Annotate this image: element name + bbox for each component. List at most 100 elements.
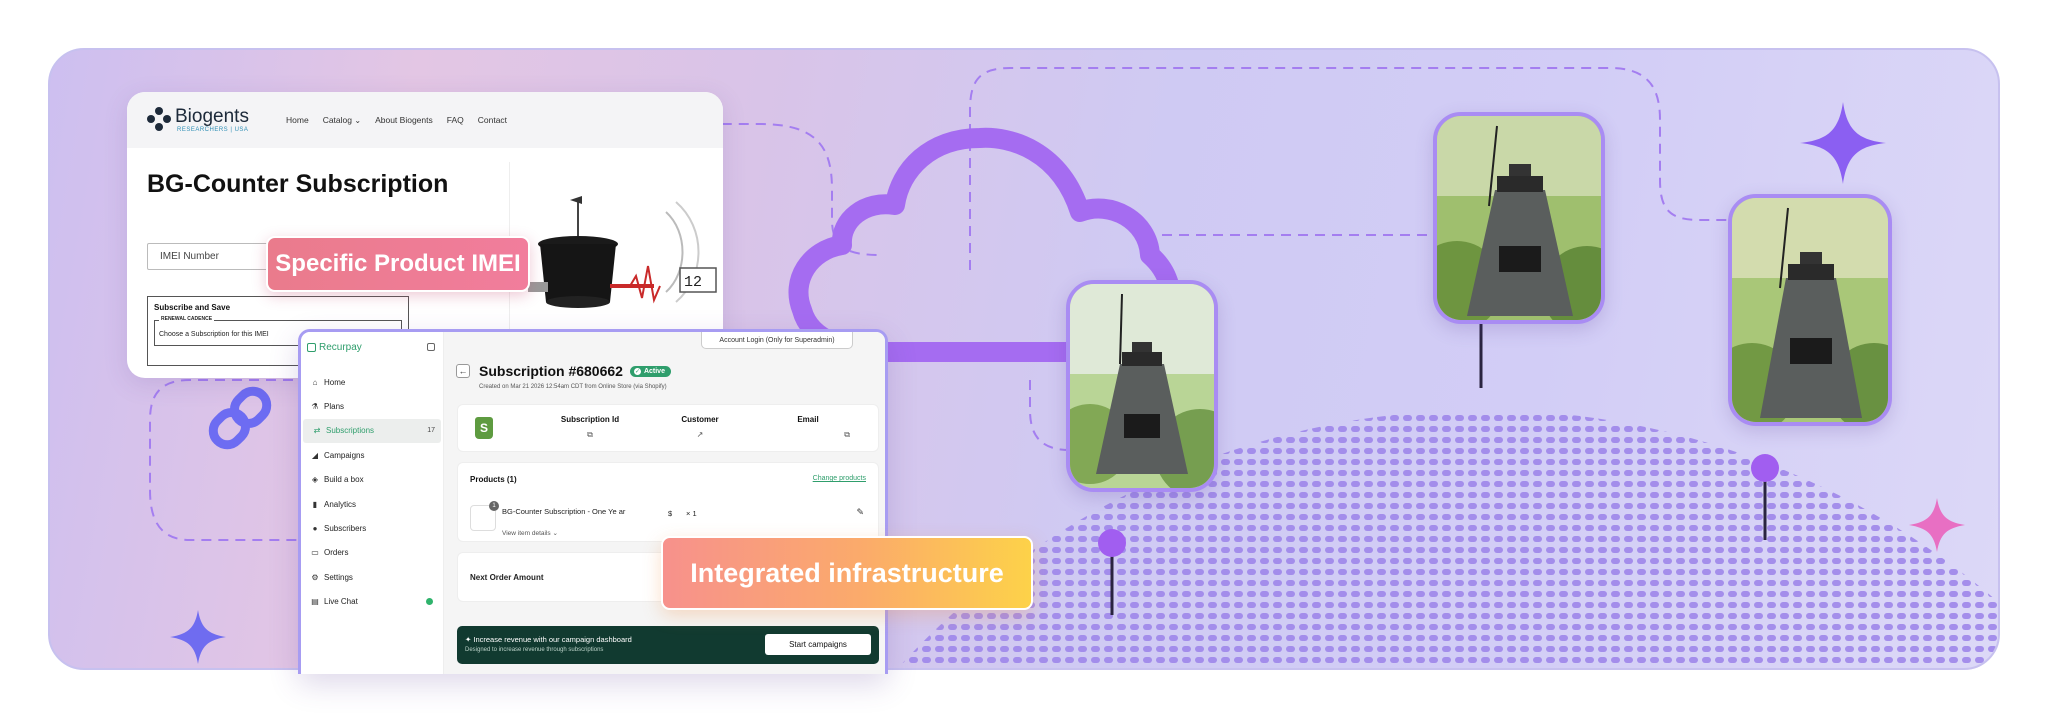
promo-title: ✦ Increase revenue with our campaign das… <box>465 635 632 644</box>
email-column: Email ⧉ <box>758 415 858 440</box>
next-order-label: Next Order Amount <box>470 573 544 582</box>
check-icon: ✓ <box>633 367 641 375</box>
status-label: Active <box>643 367 665 375</box>
plans-icon: ⚗ <box>311 402 319 412</box>
nav-catalog[interactable]: Catalog ⌄ <box>323 115 361 125</box>
sidebar-item-live-chat[interactable]: ▤ Live Chat <box>301 590 443 614</box>
subscription-id-column: Subscription Id ⧉ <box>540 415 640 440</box>
biogents-logo[interactable]: Biogents RESEARCHERS | USA <box>147 107 262 133</box>
website-menu: Home Catalog ⌄ About Biogents FAQ Contac… <box>286 115 507 125</box>
email-label: Email <box>797 415 819 424</box>
box-icon: ◈ <box>311 475 319 485</box>
product-name: BG-Counter Subscription - One Ye ar <box>502 507 626 516</box>
subscription-id-label: Subscription Id <box>560 415 620 424</box>
chevron-down-icon: ⌄ <box>552 530 558 537</box>
link-icon <box>208 386 272 450</box>
created-info: Created on Mar 21 2026 12:54am CDT from … <box>479 384 667 390</box>
recurpay-logo[interactable]: Recurpay <box>307 342 362 353</box>
sidebar-item-subscriptions[interactable]: ⇄ Subscriptions 17 <box>303 418 441 444</box>
sidebar-toggle-icon[interactable] <box>427 343 435 351</box>
website-navbar: Biogents RESEARCHERS | USA Home Catalog … <box>127 92 723 148</box>
campaign-promo-banner: ✦ Increase revenue with our campaign das… <box>457 626 879 664</box>
online-status-dot <box>426 598 433 606</box>
nav-contact[interactable]: Contact <box>478 115 507 125</box>
products-card: Products (1) Change products 1 BG-Counte… <box>457 462 879 542</box>
view-item-details-link[interactable]: View item details ⌄ <box>502 529 558 537</box>
sidebar-item-label: Campaigns <box>324 450 365 460</box>
home-icon: ⌂ <box>312 377 318 387</box>
sidebar-item-label: Live Chat <box>324 597 358 607</box>
analytics-icon: ▮ <box>312 499 318 509</box>
promo-subtitle: Designed to increase revenue through sub… <box>465 647 604 653</box>
sidebar: Recurpay ⌂ Home ⚗ Plans ⇄ Subscriptions 17 ◢ Cam… <box>301 332 444 674</box>
edit-pencil-icon[interactable]: ✎ <box>856 507 864 518</box>
subscription-info-card: S Subscription Id ⧉ Customer ↗ Email ⧉ <box>457 404 879 452</box>
status-badge: ✓ Active <box>629 365 671 377</box>
sparkle-icon <box>1800 102 1886 184</box>
logo-subtitle: RESEARCHERS | USA <box>177 127 249 133</box>
sidebar-item-label: Subscriptions <box>326 426 375 436</box>
sparkle-icon <box>170 610 226 664</box>
sidebar-item-label: Subscribers <box>324 524 367 534</box>
subscribers-icon: ● <box>312 524 318 534</box>
bg-counter-trap-image <box>1070 284 1214 488</box>
product-price: $ <box>668 509 673 518</box>
copy-icon[interactable]: ⧉ <box>758 430 858 440</box>
count-badge: 17 <box>427 427 435 435</box>
settings-icon: ⚙ <box>311 572 319 582</box>
brand-name: Recurpay <box>319 341 362 353</box>
customer-label: Customer <box>681 415 719 424</box>
quantity-badge: 1 <box>489 501 499 511</box>
device-photo <box>1728 194 1892 426</box>
sidebar-item-analytics[interactable]: ▮ Analytics <box>301 492 443 516</box>
page-title: BG-Counter Subscription <box>147 170 449 198</box>
customer-column: Customer ↗ <box>650 415 750 439</box>
subscriptions-icon: ⇄ <box>313 426 321 436</box>
campaigns-icon: ◢ <box>311 450 319 460</box>
bg-counter-trap-image <box>1437 116 1601 320</box>
device-photo <box>1066 280 1218 492</box>
back-arrow-icon[interactable]: ← <box>456 364 470 378</box>
change-products-link[interactable]: Change products <box>813 475 866 482</box>
external-link-icon[interactable]: ↗ <box>650 430 750 439</box>
subscription-title: Subscription #680662 <box>479 363 623 379</box>
chevron-down-icon: ⌄ <box>354 116 362 125</box>
sidebar-item-label: Analytics <box>324 499 357 509</box>
subscription-detail: Account Login (Only for Superadmin) ← Su… <box>444 332 885 674</box>
sidebar-item-label: Settings <box>324 572 353 582</box>
sidebar-item-build-a-box[interactable]: ◈ Build a box <box>301 468 443 492</box>
sidebar-item-label: Plans <box>324 402 345 412</box>
sidebar-item-subscribers[interactable]: ● Subscribers <box>301 516 443 540</box>
sidebar-item-label: Build a box <box>324 475 364 485</box>
product-thumbnail: 1 <box>470 501 499 531</box>
logo-name: Biogents <box>175 106 249 127</box>
biogents-logo-icon <box>147 107 171 131</box>
shopify-icon: S <box>475 417 493 439</box>
sidebar-item-orders[interactable]: ▭ Orders <box>301 541 443 565</box>
recurpay-app-window: Recurpay ⌂ Home ⚗ Plans ⇄ Subscriptions 17 ◢ Cam… <box>298 329 888 674</box>
view-details-label: View item details <box>502 530 551 537</box>
sidebar-item-home[interactable]: ⌂ Home <box>301 370 443 394</box>
sidebar-item-settings[interactable]: ⚙ Settings <box>301 565 443 589</box>
start-campaigns-button[interactable]: Start campaigns <box>765 634 871 655</box>
sidebar-item-plans[interactable]: ⚗ Plans <box>301 394 443 418</box>
subscribe-title: Subscribe and Save <box>154 303 231 312</box>
sidebar-item-label: Orders <box>324 548 349 558</box>
nav-faq[interactable]: FAQ <box>447 115 464 125</box>
nav-catalog-label: Catalog <box>322 115 352 125</box>
sidebar-item-campaigns[interactable]: ◢ Campaigns <box>301 443 443 467</box>
nav-about[interactable]: About Biogents <box>375 115 433 125</box>
account-login-button[interactable]: Account Login (Only for Superadmin) <box>701 332 853 349</box>
product-quantity: × 1 <box>686 509 697 518</box>
subscription-header: Subscription #680662 ✓ Active <box>479 363 671 379</box>
recurpay-logo-icon <box>307 342 316 352</box>
copy-icon[interactable]: ⧉ <box>540 430 640 440</box>
infrastructure-label-pill: Integrated infrastructure <box>661 536 1033 610</box>
sidebar-nav: ⌂ Home ⚗ Plans ⇄ Subscriptions 17 ◢ Campaigns ◈ Bu… <box>301 370 443 614</box>
chat-icon: ▤ <box>311 597 319 607</box>
sidebar-item-label: Home <box>324 377 346 387</box>
imei-label-pill: Specific Product IMEI <box>266 236 530 292</box>
counter-display: 12 <box>684 274 702 291</box>
nav-home[interactable]: Home <box>286 115 309 125</box>
device-photo <box>1433 112 1605 324</box>
